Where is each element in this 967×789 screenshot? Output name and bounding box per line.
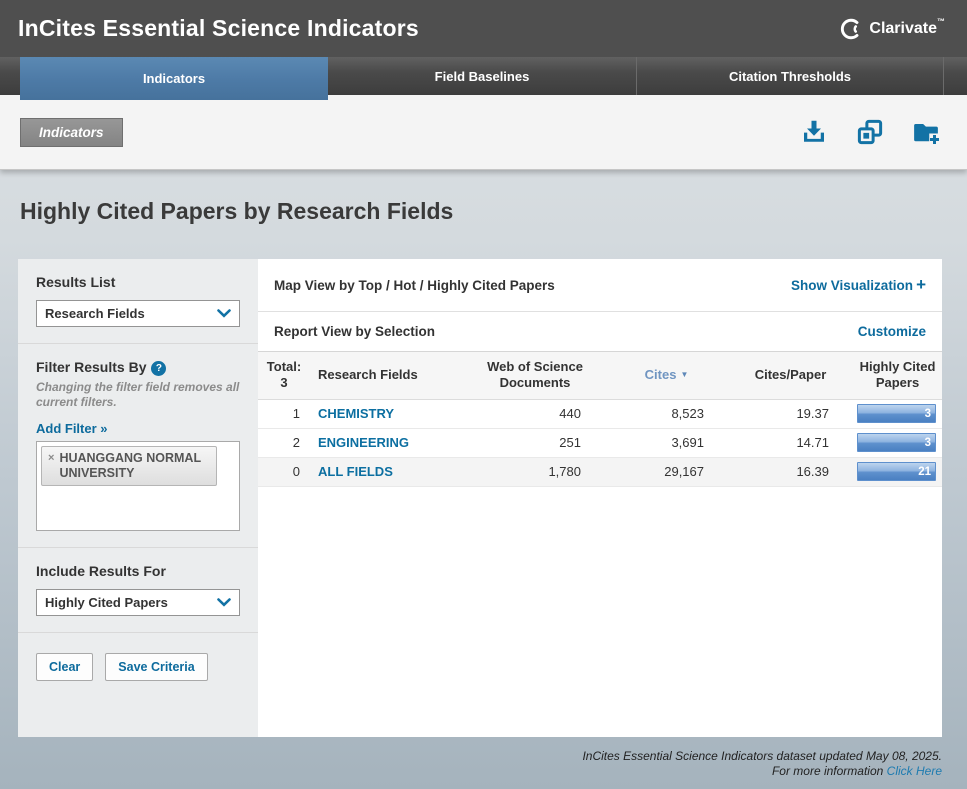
footer: InCites Essential Science Indicators dat… (0, 749, 942, 779)
highly-cited-cell: 3 (853, 399, 942, 428)
highly-cited-bar: 21 (857, 462, 936, 481)
report-view-row: Report View by Selection Customize (258, 312, 942, 352)
column-highly-cited[interactable]: Highly Cited Papers (853, 352, 942, 399)
tab-indicators[interactable]: Indicators (20, 57, 328, 100)
report-view-title: Report View by Selection (274, 324, 435, 339)
results-list-section: Results List Research Fields (18, 259, 258, 344)
cites-per-paper-cell: 19.37 (728, 399, 853, 428)
click-here-link[interactable]: Click Here (887, 764, 942, 778)
page-title: Highly Cited Papers by Research Fields (20, 198, 967, 225)
column-research-fields[interactable]: Research Fields (310, 352, 465, 399)
documents-cell: 440 (465, 399, 605, 428)
research-field-link[interactable]: CHEMISTRY (318, 406, 394, 421)
include-results-label: Include Results For (36, 563, 240, 579)
documents-cell: 1,780 (465, 457, 605, 486)
highly-cited-cell: 3 (853, 428, 942, 457)
customize-link[interactable]: Customize (858, 324, 926, 339)
plus-icon: + (916, 275, 926, 294)
results-list-label: Results List (36, 274, 240, 290)
cites-cell: 29,167 (605, 457, 728, 486)
map-view-row: Map View by Top / Hot / Highly Cited Pap… (258, 259, 942, 312)
brand-name: Clarivate™ (869, 20, 945, 38)
report-table-body: 1CHEMISTRY4408,52319.3732ENGINEERING2513… (258, 399, 942, 486)
main-panel: Map View by Top / Hot / Highly Cited Pap… (258, 259, 942, 737)
indicators-breadcrumb-button[interactable]: Indicators (20, 118, 123, 147)
brand-trademark: ™ (937, 17, 945, 26)
research-field-link[interactable]: ENGINEERING (318, 435, 409, 450)
table-row: 0 ALL FIELDS 1,78029,16716.3921 (258, 457, 942, 486)
rank-cell: 0 (258, 457, 310, 486)
results-list-select[interactable]: Research Fields (36, 300, 240, 327)
total-count: 3 (262, 375, 306, 391)
cites-per-paper-cell: 14.71 (728, 428, 853, 457)
tab-field-baselines[interactable]: Field Baselines (328, 57, 636, 95)
results-list-value: Research Fields (45, 306, 145, 321)
help-icon[interactable]: ? (151, 361, 166, 376)
rank-cell: 2 (258, 428, 310, 457)
filter-section: Filter Results By? Changing the filter f… (18, 344, 258, 548)
column-documents[interactable]: Web of Science Documents (465, 352, 605, 399)
tab-citation-thresholds[interactable]: Citation Thresholds (636, 57, 944, 95)
highly-cited-bar: 3 (857, 433, 936, 452)
filter-results-label: Filter Results By? (36, 359, 240, 376)
print-icon[interactable] (855, 117, 885, 147)
content-area: Results List Research Fields Filter Resu… (18, 259, 942, 737)
clarivate-logo-icon (839, 17, 863, 41)
chevron-down-icon (217, 598, 231, 607)
table-row: 1 CHEMISTRY 4408,52319.373 (258, 399, 942, 428)
research-field-link[interactable]: ALL FIELDS (318, 464, 393, 479)
add-filter-link[interactable]: Add Filter » (36, 421, 108, 436)
app-title: InCites Essential Science Indicators (18, 15, 419, 42)
column-cites[interactable]: Cites▼ (605, 352, 728, 399)
field-cell: ALL FIELDS (310, 457, 465, 486)
cites-per-paper-cell: 16.39 (728, 457, 853, 486)
sort-arrow-icon: ▼ (680, 370, 688, 379)
criteria-buttons: Clear Save Criteria (18, 633, 258, 701)
show-visualization-link[interactable]: Show Visualization+ (791, 275, 926, 295)
table-row: 2 ENGINEERING 2513,69114.713 (258, 428, 942, 457)
column-cites-per-paper[interactable]: Cites/Paper (728, 352, 853, 399)
report-table: Total: 3 Research Fields Web of Science … (258, 352, 942, 487)
save-criteria-button[interactable]: Save Criteria (105, 653, 207, 681)
highly-cited-cell: 21 (853, 457, 942, 486)
filter-box: × HUANGGANG NORMAL UNIVERSITY (36, 441, 240, 531)
footer-dataset-note: InCites Essential Science Indicators dat… (0, 749, 942, 764)
documents-cell: 251 (465, 428, 605, 457)
include-results-select[interactable]: Highly Cited Papers (36, 589, 240, 616)
folder-add-icon[interactable] (911, 117, 941, 147)
table-header-row: Total: 3 Research Fields Web of Science … (258, 352, 942, 399)
footer-info: For more information Click Here (0, 764, 942, 779)
download-icon[interactable] (799, 117, 829, 147)
chevron-down-icon (217, 309, 231, 318)
cites-cell: 8,523 (605, 399, 728, 428)
map-view-title: Map View by Top / Hot / Highly Cited Pap… (274, 278, 555, 293)
filter-note: Changing the filter field removes all cu… (36, 380, 240, 410)
primary-tabs: Indicators Field Baselines Citation Thre… (0, 57, 967, 95)
clear-button[interactable]: Clear (36, 653, 93, 681)
filter-chip-label: HUANGGANG NORMAL UNIVERSITY (59, 451, 210, 481)
highly-cited-bar: 3 (857, 404, 936, 423)
toolbar: Indicators (0, 95, 967, 170)
remove-filter-icon[interactable]: × (48, 451, 54, 466)
field-cell: ENGINEERING (310, 428, 465, 457)
brand-logo: Clarivate™ (839, 17, 945, 41)
include-results-section: Include Results For Highly Cited Papers (18, 548, 258, 633)
app-header: InCites Essential Science Indicators Cla… (0, 0, 967, 57)
include-results-value: Highly Cited Papers (45, 595, 168, 610)
cites-cell: 3,691 (605, 428, 728, 457)
field-cell: CHEMISTRY (310, 399, 465, 428)
sidebar: Results List Research Fields Filter Resu… (18, 259, 258, 737)
column-total: Total: 3 (258, 352, 310, 399)
filter-chip: × HUANGGANG NORMAL UNIVERSITY (41, 446, 217, 486)
toolbar-icons (799, 117, 941, 147)
rank-cell: 1 (258, 399, 310, 428)
